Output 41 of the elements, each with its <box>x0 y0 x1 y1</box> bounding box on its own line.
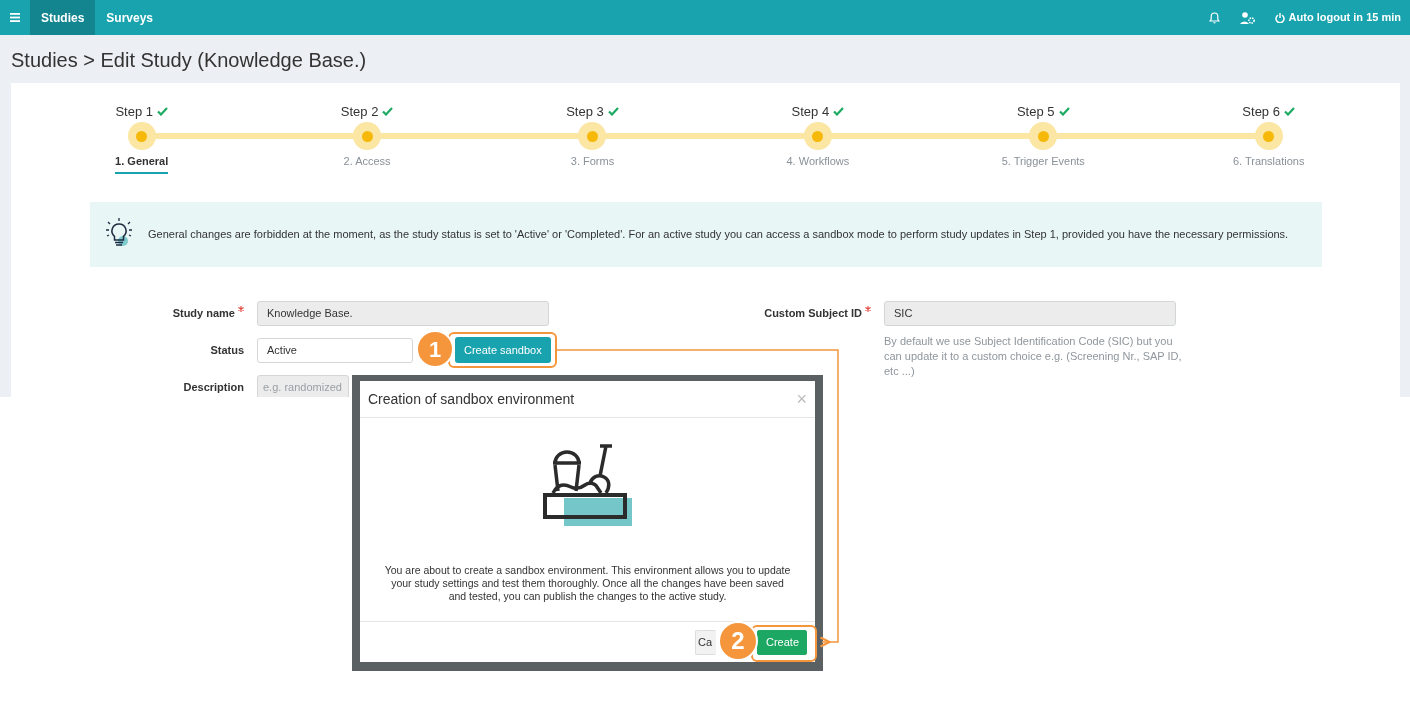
input-field[interactable]: Active <box>257 337 413 363</box>
alert-text: General changes are forbidden at the moment, as the study status is set to 'Active' or 'Completed'. For an active study you can access a sandbox mode to perform study updates in Step 1, provided you have the necessary permissions. <box>148 226 1289 242</box>
field-label: Status <box>210 343 244 356</box>
step-marker[interactable] <box>1029 122 1058 150</box>
page-title: Studies > Edit Study (Knowledge Base.) <box>10 48 368 73</box>
required-icon <box>865 305 871 312</box>
step-tab[interactable]: 3. Forms <box>570 153 615 172</box>
step-number: Step 5 <box>1016 102 1055 121</box>
step-marker[interactable] <box>127 122 156 150</box>
step-tab[interactable]: 4. Workflows <box>786 153 850 172</box>
step-marker[interactable] <box>578 122 607 150</box>
step-marker[interactable] <box>1254 122 1283 150</box>
bell-icon[interactable] <box>1208 11 1220 24</box>
step-marker[interactable] <box>353 122 382 150</box>
create-sandbox-button[interactable]: Create sandbox <box>455 337 551 363</box>
user-settings-icon[interactable] <box>1239 11 1255 24</box>
nav-tab[interactable]: Studies <box>30 0 96 35</box>
cancel-button[interactable]: Ca <box>695 629 716 655</box>
step-tab[interactable]: 1. General <box>115 153 169 174</box>
auto-logout-text: Auto logout in 15 min <box>1288 10 1401 26</box>
step-marker[interactable] <box>803 122 832 150</box>
close-button[interactable]: × <box>796 385 807 413</box>
field-label: Description <box>183 380 244 393</box>
modal-title: Creation of sandbox environment <box>368 389 575 409</box>
step-tab[interactable]: 2. Access <box>343 153 391 172</box>
step-number: Step 1 <box>115 102 153 121</box>
highlight-frame <box>751 625 817 662</box>
step-number: Step 3 <box>566 102 604 121</box>
step-tab[interactable]: 5. Trigger Events <box>1001 153 1085 172</box>
required-icon <box>238 305 244 312</box>
step-number: Step 2 <box>340 102 379 121</box>
create-button[interactable]: Create <box>757 629 807 655</box>
power-icon[interactable] <box>1274 12 1285 23</box>
field-label: Custom Subject ID <box>764 306 862 319</box>
field-label: Study name <box>172 306 235 319</box>
nav-tab[interactable]: Surveys <box>95 0 165 35</box>
step-number: Step 4 <box>791 102 830 121</box>
step-tab[interactable]: 6. Translations <box>1232 153 1305 172</box>
help-text: By default we use Subject Identification Code (SIC) but you can update it to a custom choice e.g. (Screening Nr., SAP ID, etc ...) <box>884 333 1183 380</box>
step-number: Step 6 <box>1242 102 1280 121</box>
modal-message: You are about to create a sandbox environment. This environment allows you to update your study settings and test them thoroughly. Once all the changes have been saved and tested, you can publish the changes to the active study. <box>383 564 792 604</box>
